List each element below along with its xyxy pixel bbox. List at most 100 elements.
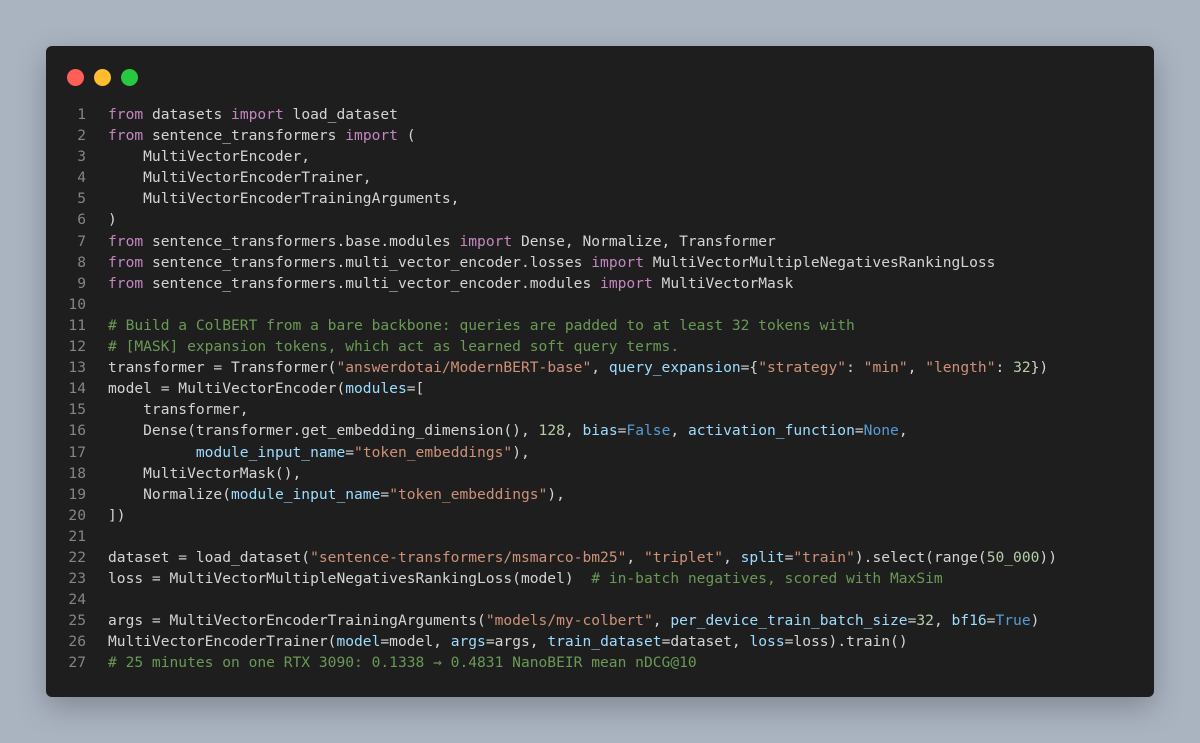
code-token: bf16: [951, 612, 987, 630]
code-text: ): [86, 209, 117, 230]
minimize-button[interactable]: [94, 69, 111, 86]
code-token: "strategy": [758, 359, 847, 377]
code-token: # Build a ColBERT from a bare backbone: …: [108, 316, 855, 334]
code-line: 10: [46, 294, 1154, 315]
code-token: module_input_name: [231, 485, 381, 503]
code-token: per_device_train_batch_size: [670, 612, 908, 630]
code-line: 24: [46, 589, 1154, 610]
code-token: split: [740, 548, 785, 566]
code-token: "min": [863, 359, 908, 377]
code-token: MultiVectorMask: [652, 274, 794, 292]
code-text: from sentence_transformers.base.modules …: [86, 231, 776, 252]
code-token: =: [380, 485, 390, 503]
code-token: from: [108, 232, 144, 250]
code-token: )): [1039, 548, 1057, 566]
code-token: bias: [582, 422, 618, 440]
code-token: loss = MultiVectorMultipleNegativesRanki…: [108, 570, 592, 588]
code-block: 1 from datasets import load_dataset 2 from …: [46, 104, 1154, 674]
code-token: MultiVectorEncoderTrainer,: [108, 169, 372, 187]
code-token: dataset = load_dataset(: [108, 548, 311, 566]
code-token: modules: [345, 380, 407, 398]
code-token: "sentence-transformers/msmarco-bm25": [310, 548, 627, 566]
line-number: 9: [77, 274, 86, 292]
code-token: model: [336, 633, 381, 651]
code-token: load_dataset: [283, 106, 398, 123]
line-number: 17: [68, 443, 86, 461]
code-token: sentence_transformers.multi_vector_encod…: [143, 274, 601, 292]
code-window: 1 from datasets import load_dataset 2 from …: [46, 46, 1154, 697]
code-line: 26 MultiVectorEncoderTrainer(model=model,…: [46, 631, 1154, 652]
code-token: Normalize(: [108, 485, 232, 503]
line-number: 11: [68, 316, 86, 334]
code-text: args = MultiVectorEncoderTrainingArgumen…: [86, 610, 1039, 631]
code-token: from: [108, 106, 144, 123]
code-line: 15 transformer,: [46, 399, 1154, 420]
line-number: 26: [68, 633, 86, 651]
line-number: 20: [68, 506, 86, 524]
code-token: MultiVectorEncoder,: [108, 148, 311, 166]
code-line: 22 dataset = load_dataset("sentence-trans…: [46, 547, 1154, 568]
code-line: 21: [46, 526, 1154, 547]
code-token: # 25 minutes on one RTX 3090: 0.1338 → 0…: [108, 654, 697, 672]
code-token: =[: [406, 380, 425, 398]
code-line: 9 from sentence_transformers.multi_vector…: [46, 273, 1154, 294]
code-token: ),: [547, 485, 565, 503]
line-number: 24: [68, 591, 86, 609]
line-number: 10: [68, 295, 86, 313]
code-token: ,: [591, 359, 609, 377]
code-token: }): [1030, 359, 1049, 377]
code-token: ),: [512, 443, 530, 461]
code-line: 23 loss = MultiVectorMultipleNegativesRan…: [46, 568, 1154, 589]
code-text: Dense(transformer.get_embedding_dimensio…: [86, 420, 907, 441]
code-token: loss: [749, 633, 785, 651]
code-line: 11 # Build a ColBERT from a bare backbone…: [46, 315, 1154, 336]
code-token: MultiVectorEncoderTrainingArguments,: [108, 190, 460, 208]
code-token: MultiVectorEncoderTrainer(: [108, 633, 337, 651]
code-token: from: [108, 127, 144, 145]
code-line: 18 MultiVectorMask(),: [46, 463, 1154, 484]
code-token: 50_000: [986, 548, 1040, 566]
code-line: 3 MultiVectorEncoder,: [46, 146, 1154, 167]
code-token: train_dataset: [547, 633, 662, 651]
code-text: # 25 minutes on one RTX 3090: 0.1338 → 0…: [86, 652, 697, 673]
line-number: 5: [77, 190, 86, 208]
code-text: loss = MultiVectorMultipleNegativesRanki…: [86, 568, 943, 589]
code-token: activation_function: [687, 422, 855, 440]
code-token: transformer,: [108, 401, 249, 419]
line-number: 1: [77, 106, 86, 123]
code-token: import: [591, 253, 644, 271]
code-line: 14 model = MultiVectorEncoder(modules=[: [46, 378, 1154, 399]
code-line: 1 from datasets import load_dataset: [46, 104, 1154, 125]
code-text: # Build a ColBERT from a bare backbone: …: [86, 315, 855, 336]
code-token: =: [345, 443, 355, 461]
code-token: None: [863, 422, 899, 440]
code-line: 4 MultiVectorEncoderTrainer,: [46, 167, 1154, 188]
code-token: import: [231, 106, 284, 123]
code-token: "answerdotai/ModernBERT-base": [336, 359, 592, 377]
close-button[interactable]: [67, 69, 84, 86]
code-token: module_input_name: [195, 443, 346, 461]
code-token: ,: [907, 359, 926, 377]
code-line: 7 from sentence_transformers.base.modules…: [46, 231, 1154, 252]
code-token: Dense, Normalize, Transformer: [512, 232, 776, 250]
code-text: from sentence_transformers.multi_vector_…: [86, 273, 793, 294]
code-text: MultiVectorEncoderTrainer,: [86, 167, 372, 188]
maximize-button[interactable]: [121, 69, 138, 86]
code-text: ]): [86, 505, 126, 526]
code-token: =: [854, 422, 864, 440]
code-token: =dataset,: [661, 633, 750, 651]
code-token: sentence_transformers: [143, 127, 346, 145]
line-number: 14: [68, 380, 86, 398]
code-token: Dense(transformer.get_embedding_dimensio…: [108, 422, 539, 440]
line-number: 7: [77, 232, 86, 250]
code-token: ={: [740, 359, 759, 377]
code-token: from: [108, 253, 144, 271]
code-line: 6): [46, 209, 1154, 230]
code-text: MultiVectorMask(),: [86, 463, 301, 484]
line-number: 3: [77, 148, 86, 166]
code-text: # [MASK] expansion tokens, which act as …: [86, 336, 679, 357]
code-token: False: [626, 422, 671, 440]
